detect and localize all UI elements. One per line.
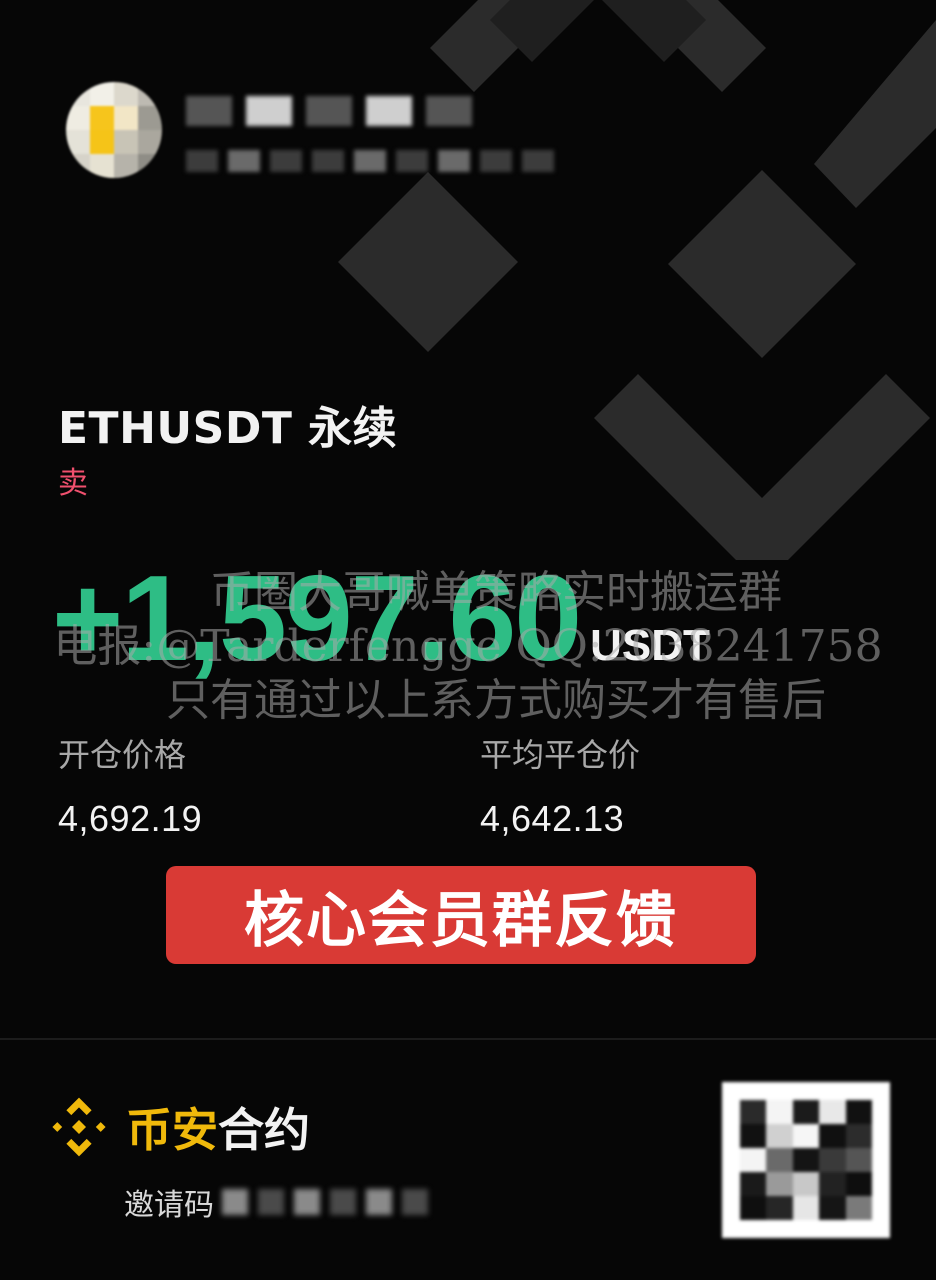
invite-code-redacted bbox=[222, 1189, 428, 1215]
qr-code bbox=[722, 1082, 890, 1238]
footer-divider bbox=[0, 1038, 936, 1040]
entry-price-label: 开仓价格 bbox=[58, 736, 187, 774]
contract-symbol: ETHUSDT 永续 bbox=[58, 403, 398, 454]
brand-name-cn: 币安 bbox=[126, 1103, 218, 1157]
pnl-display: +1,597.60 USDT bbox=[52, 548, 710, 688]
entry-price-value: 4,692.19 bbox=[58, 798, 203, 839]
brand-name: 币安合约 bbox=[126, 1094, 310, 1160]
invite-code-label: 邀请码 bbox=[124, 1188, 214, 1223]
pnl-unit: USDT bbox=[590, 621, 710, 670]
user-id-redacted bbox=[186, 150, 554, 172]
close-price-label: 平均平仓价 bbox=[480, 736, 641, 774]
entry-price-stat: 开仓价格 4,692.19 bbox=[58, 730, 202, 840]
avatar bbox=[66, 82, 162, 178]
brand-name-contract: 合约 bbox=[218, 1103, 310, 1157]
binance-background-logo-icon bbox=[338, 0, 936, 560]
user-name-redacted bbox=[186, 96, 472, 128]
close-price-value: 4,642.13 bbox=[480, 798, 625, 839]
member-feedback-banner: 核心会员群反馈 bbox=[166, 866, 756, 964]
share-card: ETHUSDT 永续 卖 +1,597.60 USDT 币圈大哥喊单策略实时搬运群… bbox=[0, 0, 936, 1280]
pnl-value: +1,597.60 bbox=[52, 550, 582, 686]
close-price-stat: 平均平仓价 4,642.13 bbox=[480, 730, 640, 840]
brand: 币安合约 bbox=[44, 1092, 310, 1162]
binance-logo-icon bbox=[52, 1097, 106, 1157]
position-side: 卖 bbox=[58, 466, 88, 501]
invite-code: 邀请码 bbox=[124, 1180, 428, 1224]
